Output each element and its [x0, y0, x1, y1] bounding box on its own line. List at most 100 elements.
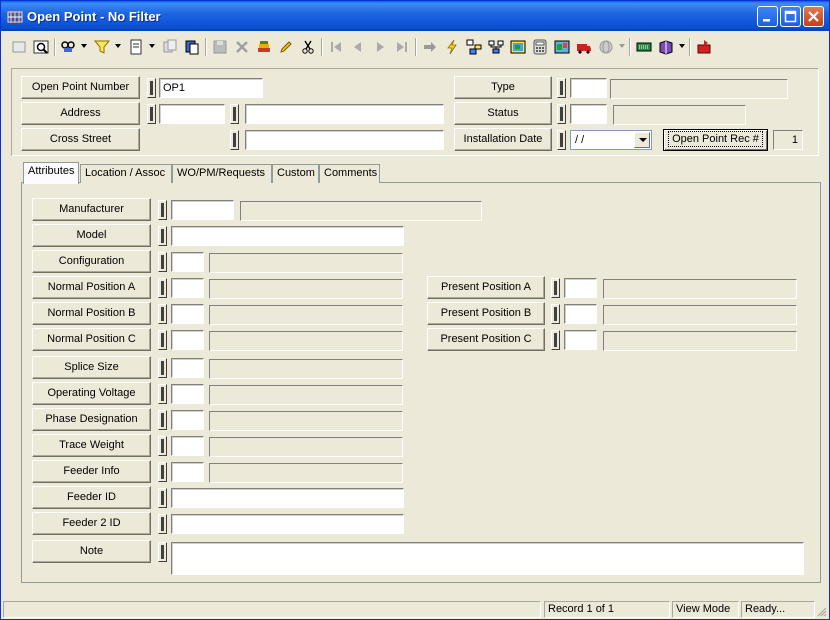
feeder-info-code-input[interactable]	[171, 462, 204, 482]
calculator-button[interactable]	[530, 37, 550, 57]
field-grip[interactable]	[147, 104, 156, 124]
installation-date-label[interactable]: Installation Date	[454, 128, 552, 151]
normal-position-b-label[interactable]: Normal Position B	[32, 302, 151, 325]
phase-designation-code-input[interactable]	[171, 410, 204, 430]
operating-voltage-code-input[interactable]	[171, 384, 204, 404]
field-grip[interactable]	[551, 330, 560, 350]
normal-position-b-code-input[interactable]	[171, 304, 204, 324]
van-button[interactable]	[574, 37, 594, 57]
cut-button[interactable]	[298, 37, 318, 57]
splice-size-label[interactable]: Splice Size	[32, 356, 151, 379]
type-label[interactable]: Type	[454, 76, 552, 99]
paste-button[interactable]	[182, 37, 202, 57]
cross-street-label[interactable]: Cross Street	[21, 128, 140, 151]
feeder-id-label[interactable]: Feeder ID	[32, 486, 151, 509]
address-street-input[interactable]	[245, 104, 444, 124]
field-grip[interactable]	[158, 358, 167, 378]
cross-street-input[interactable]	[245, 130, 444, 150]
map-view-button[interactable]	[552, 37, 572, 57]
splice-size-code-input[interactable]	[171, 358, 204, 378]
save-button[interactable]	[210, 37, 230, 57]
next-record-button[interactable]	[370, 37, 390, 57]
map-button[interactable]	[508, 37, 528, 57]
book-button[interactable]	[656, 37, 676, 57]
configuration-code-input[interactable]	[171, 252, 204, 272]
field-grip[interactable]	[557, 130, 566, 150]
normal-position-a-label[interactable]: Normal Position A	[32, 276, 151, 299]
normal-position-a-code-input[interactable]	[171, 278, 204, 298]
operating-voltage-label[interactable]: Operating Voltage	[32, 382, 151, 405]
first-record-button[interactable]	[326, 37, 346, 57]
chevron-down-icon[interactable]	[634, 132, 650, 148]
open-point-number-input[interactable]: OP1	[159, 78, 263, 98]
model-label[interactable]: Model	[32, 224, 151, 247]
feeder-info-label[interactable]: Feeder Info	[32, 460, 151, 483]
present-position-b-label[interactable]: Present Position B	[427, 302, 545, 325]
configuration-label[interactable]: Configuration	[32, 250, 151, 273]
field-grip[interactable]	[158, 226, 167, 246]
find-button[interactable]	[31, 37, 51, 57]
previous-record-button[interactable]	[348, 37, 368, 57]
model-input[interactable]	[171, 226, 404, 246]
field-grip[interactable]	[158, 200, 167, 220]
note-input[interactable]	[171, 542, 804, 575]
resize-grip-icon[interactable]	[815, 605, 827, 617]
tab-comments[interactable]: Comments	[319, 164, 380, 183]
hierarchy-button[interactable]	[464, 37, 484, 57]
delete-button[interactable]	[232, 37, 252, 57]
field-grip[interactable]	[557, 78, 566, 98]
layers-button[interactable]	[254, 37, 274, 57]
type-code-input[interactable]	[570, 78, 607, 98]
globe-button[interactable]	[596, 37, 616, 57]
field-grip[interactable]	[158, 304, 167, 324]
chevron-down-icon[interactable]	[81, 44, 87, 48]
go-to-button[interactable]	[420, 37, 440, 57]
field-grip[interactable]	[147, 78, 156, 98]
open-point-number-label[interactable]: Open Point Number	[21, 76, 140, 99]
note-label[interactable]: Note	[32, 540, 151, 563]
field-grip[interactable]	[158, 384, 167, 404]
copy-button[interactable]	[160, 37, 180, 57]
feeder-2-id-label[interactable]: Feeder 2 ID	[32, 512, 151, 535]
field-grip[interactable]	[158, 278, 167, 298]
open-point-rec-button[interactable]: Open Point Rec #	[663, 129, 768, 151]
normal-position-c-code-input[interactable]	[171, 330, 204, 350]
keyboard-button[interactable]	[634, 37, 654, 57]
field-grip[interactable]	[158, 462, 167, 482]
address-number-input[interactable]	[159, 104, 225, 124]
present-position-c-label[interactable]: Present Position C	[427, 328, 545, 351]
status-label[interactable]: Status	[454, 102, 552, 125]
network-button[interactable]	[486, 37, 506, 57]
chevron-down-icon[interactable]	[149, 44, 155, 48]
minimize-button[interactable]	[757, 6, 778, 27]
field-grip[interactable]	[158, 410, 167, 430]
search-dropdown-button[interactable]	[58, 37, 78, 57]
filter-button[interactable]	[92, 37, 112, 57]
tab-wo-pm-requests[interactable]: WO/PM/Requests	[172, 164, 272, 183]
new-record-button[interactable]	[9, 37, 29, 57]
manufacturer-code-input[interactable]	[171, 200, 234, 220]
trace-weight-label[interactable]: Trace Weight	[32, 434, 151, 457]
field-grip[interactable]	[551, 278, 560, 298]
manufacturer-label[interactable]: Manufacturer	[32, 198, 151, 221]
field-grip[interactable]	[158, 514, 167, 534]
chevron-down-icon[interactable]	[115, 44, 121, 48]
field-grip[interactable]	[230, 104, 239, 124]
present-position-a-code-input[interactable]	[564, 278, 597, 298]
field-grip[interactable]	[557, 104, 566, 124]
status-code-input[interactable]	[570, 104, 607, 124]
last-record-button[interactable]	[392, 37, 412, 57]
close-button[interactable]	[803, 6, 824, 27]
chevron-down-icon[interactable]	[619, 44, 625, 48]
report-button[interactable]	[126, 37, 146, 57]
field-grip[interactable]	[158, 488, 167, 508]
field-grip[interactable]	[158, 252, 167, 272]
present-position-a-label[interactable]: Present Position A	[427, 276, 545, 299]
present-position-c-code-input[interactable]	[564, 330, 597, 350]
chevron-down-icon[interactable]	[679, 44, 685, 48]
present-position-b-code-input[interactable]	[564, 304, 597, 324]
normal-position-c-label[interactable]: Normal Position C	[32, 328, 151, 351]
field-grip[interactable]	[551, 304, 560, 324]
tab-custom[interactable]: Custom	[272, 164, 319, 183]
field-grip[interactable]	[158, 542, 167, 562]
